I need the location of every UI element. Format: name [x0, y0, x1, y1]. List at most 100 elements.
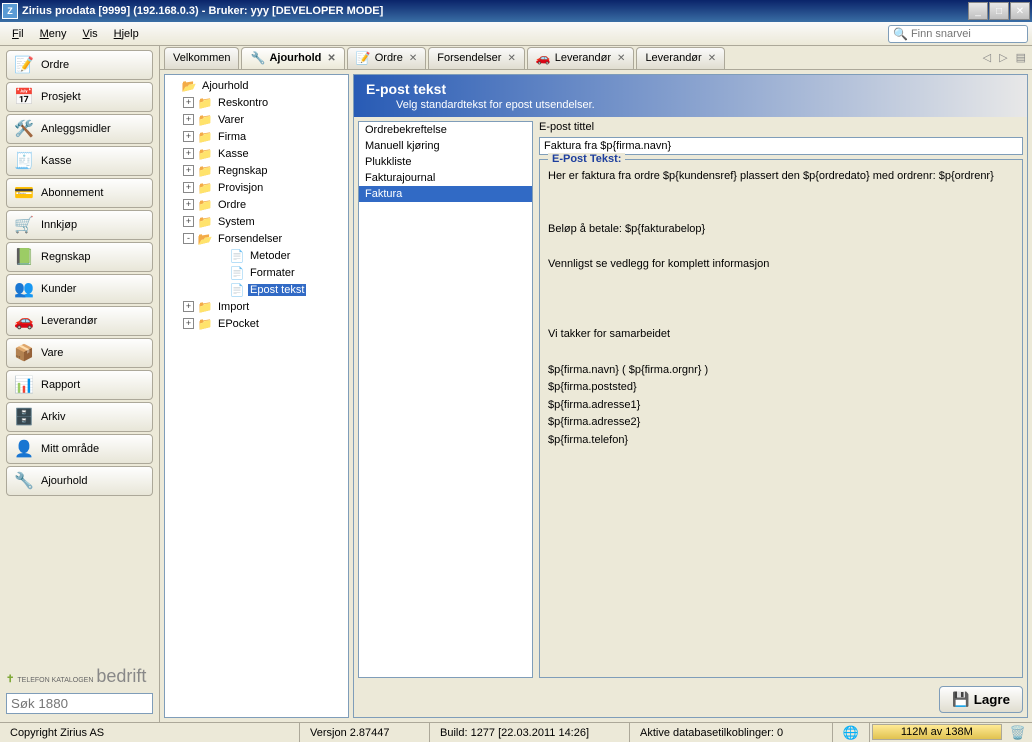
tab-forsendelser[interactable]: Forsendelser✕	[428, 47, 525, 69]
type-item-faktura[interactable]: Faktura	[359, 186, 532, 202]
menu-meny[interactable]: Meny	[32, 25, 75, 43]
menu-vis[interactable]: Vis	[75, 25, 106, 43]
template-type-list[interactable]: OrdrebekreftelseManuell kjøringPlukklist…	[358, 121, 533, 678]
trash-icon[interactable]: 🗑️	[1004, 723, 1032, 742]
nav-label: Kasse	[41, 155, 72, 167]
nav-label: Kunder	[41, 283, 76, 295]
tree-label: Formater	[248, 267, 297, 279]
tree-node-ordre[interactable]: +📁Ordre	[167, 196, 346, 213]
tab-ajourhold[interactable]: 🔧Ajourhold✕	[241, 47, 344, 69]
tree-node-varer[interactable]: +📁Varer	[167, 111, 346, 128]
close-button[interactable]: ✕	[1010, 2, 1030, 20]
tab-leverandør[interactable]: 🚗Leverandør✕	[527, 47, 635, 69]
tab-label: Leverandør	[645, 52, 701, 64]
menu-hjelp[interactable]: Hjelp	[106, 25, 147, 43]
minimize-button[interactable]: _	[968, 2, 988, 20]
type-item-ordrebekreftelse[interactable]: Ordrebekreftelse	[359, 122, 532, 138]
epost-title-label: E-post tittel	[539, 121, 1023, 133]
save-button[interactable]: 💾 Lagre	[939, 686, 1023, 713]
expand-icon[interactable]: +	[183, 131, 194, 142]
folder-icon: 📁	[197, 300, 213, 313]
close-tab-icon[interactable]: ✕	[708, 53, 716, 64]
tree-node-reskontro[interactable]: +📁Reskontro	[167, 94, 346, 111]
tab-label: Velkommen	[173, 52, 230, 64]
folder-icon: 📁	[197, 317, 213, 330]
sok-1880-input[interactable]	[6, 693, 153, 714]
regnskap-icon: 📗	[13, 246, 35, 268]
close-tab-icon[interactable]: ✕	[409, 53, 417, 64]
file-icon: 📄	[229, 283, 245, 296]
search-shortcut[interactable]: 🔍	[888, 25, 1028, 43]
tab-scroll-left-icon[interactable]: ◁	[981, 51, 993, 64]
tree-node-firma[interactable]: +📁Firma	[167, 128, 346, 145]
tree-label: System	[216, 216, 257, 228]
nav-arkiv[interactable]: 🗄️Arkiv	[6, 402, 153, 432]
expand-icon[interactable]: +	[183, 165, 194, 176]
tab-scroll-right-icon[interactable]: ▷	[997, 51, 1009, 64]
tree-label: Ajourhold	[200, 80, 250, 92]
arkiv-icon: 🗄️	[13, 406, 35, 428]
expand-icon[interactable]: +	[183, 182, 194, 193]
expand-icon[interactable]: +	[183, 318, 194, 329]
status-globe-icon[interactable]: 🌐	[833, 723, 870, 742]
tree-node-forsendelser[interactable]: -📂Forsendelser	[167, 230, 346, 247]
tree-node-provisjon[interactable]: +📁Provisjon	[167, 179, 346, 196]
prosjekt-icon: 📅	[13, 86, 35, 108]
tab-leverandør[interactable]: Leverandør ✕	[636, 47, 725, 69]
tree-node-epocket[interactable]: +📁EPocket	[167, 315, 346, 332]
nav-leverandør[interactable]: 🚗Leverandør	[6, 306, 153, 336]
folder-icon: 📁	[197, 215, 213, 228]
nav-regnskap[interactable]: 📗Regnskap	[6, 242, 153, 272]
tree-node-metoder[interactable]: 📄Metoder	[167, 247, 346, 264]
expand-icon[interactable]: +	[183, 199, 194, 210]
tab-list-icon[interactable]: ▤	[1014, 51, 1028, 64]
epost-body-textarea[interactable]	[548, 168, 1014, 669]
tree-node-import[interactable]: +📁Import	[167, 298, 346, 315]
nav-innkjøp[interactable]: 🛒Innkjøp	[6, 210, 153, 240]
nav-rapport[interactable]: 📊Rapport	[6, 370, 153, 400]
expand-icon[interactable]: +	[183, 97, 194, 108]
tree-node-kasse[interactable]: +📁Kasse	[167, 145, 346, 162]
close-tab-icon[interactable]: ✕	[617, 53, 625, 64]
tree-node-formater[interactable]: 📄Formater	[167, 264, 346, 281]
folder-icon: 📂	[197, 232, 213, 245]
close-tab-icon[interactable]: ✕	[327, 53, 335, 64]
expand-icon[interactable]: +	[183, 148, 194, 159]
tree-node-system[interactable]: +📁System	[167, 213, 346, 230]
tree-node-epost-tekst[interactable]: 📄Epost tekst	[167, 281, 346, 298]
tree-label: Varer	[216, 114, 246, 126]
expand-icon[interactable]: +	[183, 114, 194, 125]
nav-mitt område[interactable]: 👤Mitt område	[6, 434, 153, 464]
tree-node-regnskap[interactable]: +📁Regnskap	[167, 162, 346, 179]
nav-anleggsmidler[interactable]: 🛠️Anleggsmidler	[6, 114, 153, 144]
nav-prosjekt[interactable]: 📅Prosjekt	[6, 82, 153, 112]
tree-label: Metoder	[248, 250, 292, 262]
tree-node-ajourhold[interactable]: 📂Ajourhold	[167, 77, 346, 94]
type-item-fakturajournal[interactable]: Fakturajournal	[359, 170, 532, 186]
search-input[interactable]	[911, 28, 1023, 40]
ajourhold-tree[interactable]: 📂Ajourhold+📁Reskontro+📁Varer+📁Firma+📁Kas…	[164, 74, 349, 718]
expand-icon[interactable]: +	[183, 216, 194, 227]
menu-fil[interactable]: Fil	[4, 25, 32, 43]
type-item-manuell-kjøring[interactable]: Manuell kjøring	[359, 138, 532, 154]
nav-abonnement[interactable]: 💳Abonnement	[6, 178, 153, 208]
close-tab-icon[interactable]: ✕	[507, 53, 515, 64]
save-icon: 💾	[952, 691, 969, 708]
status-db: Aktive databasetilkoblinger: 0	[630, 723, 833, 742]
nav-kunder[interactable]: 👥Kunder	[6, 274, 153, 304]
anleggsmidler-icon: 🛠️	[13, 118, 35, 140]
tab-velkommen[interactable]: Velkommen	[164, 47, 239, 69]
nav-vare[interactable]: 📦Vare	[6, 338, 153, 368]
expand-icon[interactable]: +	[183, 301, 194, 312]
type-item-plukkliste[interactable]: Plukkliste	[359, 154, 532, 170]
rapport-icon: 📊	[13, 374, 35, 396]
tab-label: Leverandør	[555, 52, 611, 64]
nav-ajourhold[interactable]: 🔧Ajourhold	[6, 466, 153, 496]
expand-icon[interactable]: -	[183, 233, 194, 244]
maximize-button[interactable]: □	[989, 2, 1009, 20]
tab-ordre[interactable]: 📝Ordre✕	[347, 47, 426, 69]
nav-ordre[interactable]: 📝Ordre	[6, 50, 153, 80]
status-memory: 112M av 138M	[872, 724, 1002, 740]
nav-kasse[interactable]: 🧾Kasse	[6, 146, 153, 176]
innkjøp-icon: 🛒	[13, 214, 35, 236]
